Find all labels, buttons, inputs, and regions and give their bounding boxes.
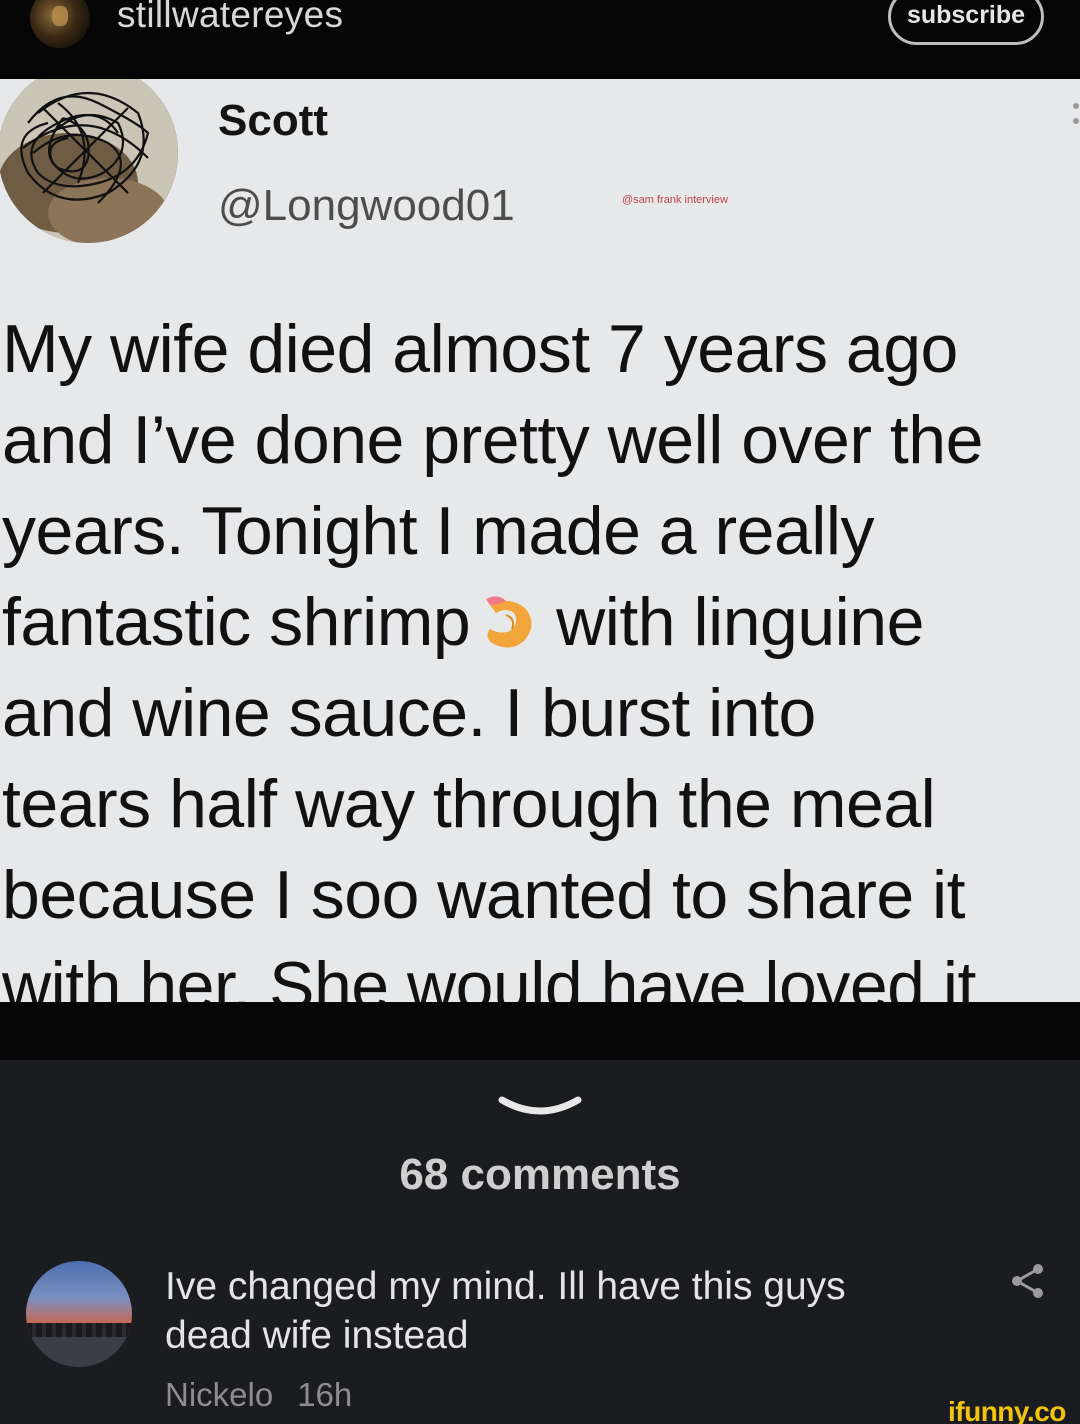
tweet-author-handle: @Longwood01 (218, 181, 515, 230)
comment-text: Ive changed my mind. Ill have this guys … (165, 1265, 846, 1357)
comment-time: 16h (297, 1376, 353, 1413)
author-avatar[interactable] (30, 0, 90, 48)
tweet-line: tears half way through the meal (2, 766, 936, 842)
shrimp-icon (486, 596, 532, 648)
tweet-line: and wine sauce. I burst into (2, 675, 816, 751)
ifunny-logo: ifunny.co (948, 1396, 1066, 1424)
tweet-line: My wife died almost 7 years ago (2, 311, 958, 387)
tweet-text: My wife died almost 7 years ago and I’ve… (2, 304, 1080, 1002)
tweet-line: because I soo wanted to share it (2, 857, 966, 933)
comments-count[interactable]: 68 comments (0, 1150, 1080, 1200)
tweet-line: and I’ve done pretty well over the (2, 402, 983, 478)
author-username[interactable]: stillwatereyes (117, 0, 343, 36)
chevron-down-icon[interactable] (496, 1092, 584, 1122)
subscribe-button[interactable]: subscribe (888, 0, 1044, 45)
share-icon[interactable] (1010, 1262, 1046, 1300)
avatar-ground (26, 1337, 132, 1367)
tweet-line-part: with linguine (556, 584, 924, 660)
tweet-line: with her. She would have loved it (2, 948, 976, 1002)
tweet-avatar (0, 79, 178, 243)
watermark-text: @sam frank interview (622, 194, 728, 206)
image-bottom-band (0, 1002, 1080, 1060)
post-image[interactable]: Scott @Longwood01 @sam frank interview M… (0, 79, 1080, 1002)
comment-author[interactable]: Nickelo (165, 1376, 273, 1413)
meme-page: stillwatereyes subscribe Scott @Longwood… (0, 0, 1080, 1424)
tweet-line-with-emoji: fantastic shrimp with linguine (2, 577, 1080, 668)
commenter-avatar[interactable] (26, 1261, 132, 1367)
comment-meta: Nickelo 16h (165, 1376, 352, 1414)
tweet-line: years. Tonight I made a really (2, 493, 875, 569)
tweet-author-name: Scott (218, 96, 328, 145)
more-options-icon (1071, 103, 1080, 143)
tweet-line-part: fantastic shrimp (2, 584, 471, 660)
top-bar: stillwatereyes subscribe (0, 0, 1080, 79)
scribbled-avatar-icon (0, 79, 178, 243)
